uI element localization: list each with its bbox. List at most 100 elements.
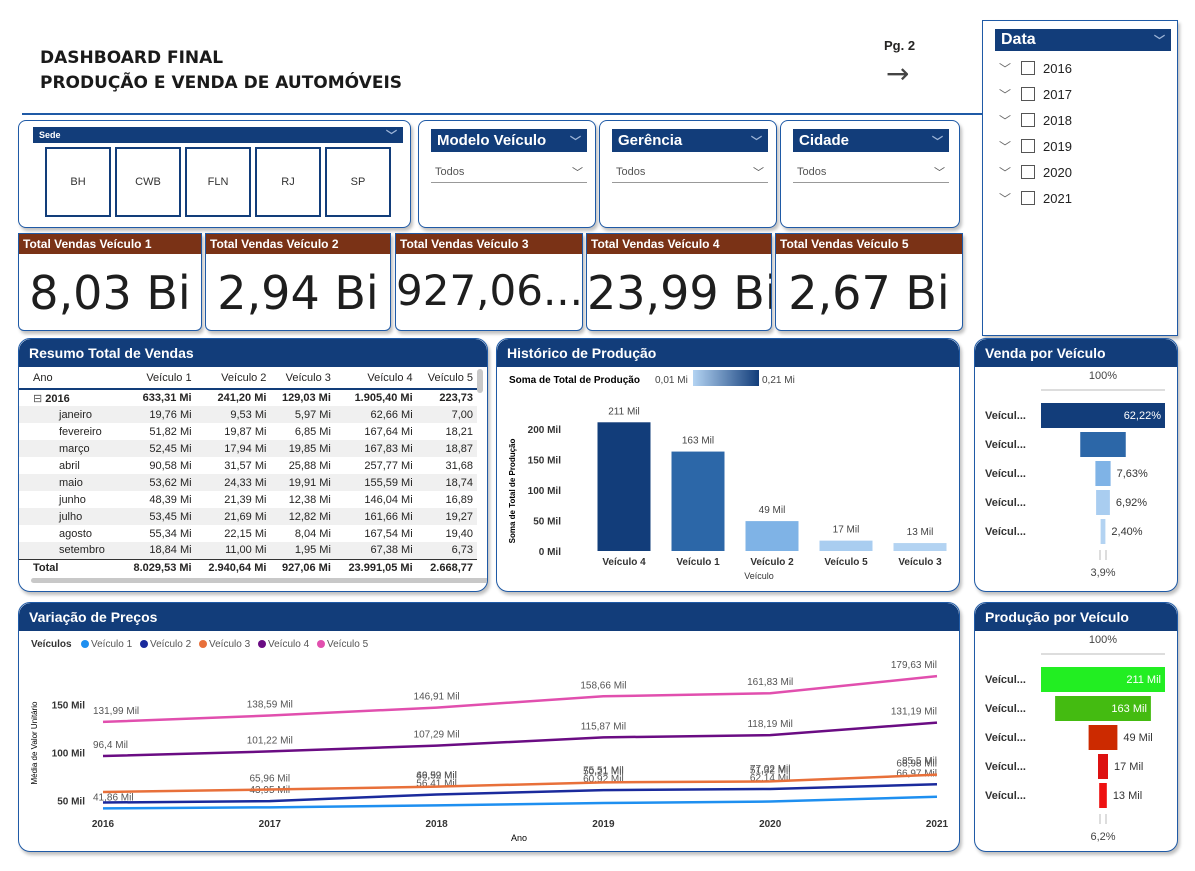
column-header[interactable]: Ano [19,367,121,390]
legend-item: Veículo 5 [327,639,369,650]
table-row[interactable]: janeiro 19,76 Mi 9,53 Mi 5,97 Mi 62,66 Mi 7,0… [19,406,477,423]
arrow-right-icon[interactable]: → [886,60,909,88]
table-row[interactable]: julho 53,45 Mi 21,69 Mi 12,82 Mi 161,66 Mi 19… [19,508,477,525]
checkbox[interactable] [1021,87,1035,101]
column-header[interactable]: Veículo 3 [270,367,335,390]
chevron-down-icon[interactable]: ﹀ [999,138,1021,155]
chevron-down-icon[interactable]: ﹀ [999,60,1021,77]
table-row[interactable]: abril 90,58 Mi 31,57 Mi 25,88 Mi 257,77 Mi 31… [19,457,477,474]
data-label: 75,51 Mil [583,766,624,777]
table-row[interactable]: setembro 18,84 Mi 11,00 Mi 1,95 Mi 67,38 Mi 6… [19,542,477,559]
column-header[interactable]: Veículo 5 [416,367,477,390]
year-item-2021[interactable]: ﹀ 2021 [999,185,1072,211]
kpi-card-veiculo-4: Total Vendas Veículo 4 23,99 Bi [586,233,772,331]
collapse-icon[interactable]: ⊟ [33,393,45,405]
table-cell: 16,89 [445,493,473,506]
table-cell: 257,77 Mi [364,459,413,472]
chevron-down-icon[interactable]: ﹀ [386,127,397,143]
table-cell: 31,57 Mi [224,459,267,472]
table-cell: 2.668,77 [416,558,477,576]
table-row[interactable]: junho 48,39 Mi 21,39 Mi 12,38 Mi 146,04 Mi 16… [19,491,477,508]
gerencia-slicer: Gerência ﹀ Todos ﹀ [599,120,777,228]
kpi-title: Total Vendas Veículo 3 [396,234,582,254]
chevron-down-icon[interactable]: ﹀ [570,133,581,149]
bar [671,451,725,551]
data-label: 17 Mil [833,525,860,536]
table-row[interactable]: maio 53,62 Mi 24,33 Mi 19,91 Mi 155,59 Mi 18,… [19,474,477,491]
chevron-down-icon[interactable]: ﹀ [999,86,1021,103]
modelo-veiculo-dropdown[interactable]: Todos ﹀ [431,161,587,183]
table-cell: 52,45 Mi [120,440,196,457]
table-row-year[interactable]: ⊟ 2016 633,31 Mi 241,20 Mi 129,03 Mi 1.905,4… [19,389,477,406]
chevron-down-icon[interactable]: ﹀ [999,112,1021,129]
checkbox[interactable] [1021,139,1035,153]
table-cell: 241,20 Mi [217,392,267,404]
x-tick-label: Veículo 3 [898,557,942,568]
horizontal-scrollbar[interactable] [31,578,487,583]
sede-button-sp[interactable]: SP [325,147,391,217]
cidade-dropdown[interactable]: Todos ﹀ [793,161,949,183]
year-label: 2018 [1043,112,1072,128]
column-header[interactable]: Veículo 2 [195,367,271,390]
year-item-2019[interactable]: ﹀ 2019 [999,133,1072,159]
column-header[interactable]: Veículo 1 [120,367,196,390]
vertical-scrollbar[interactable] [477,369,483,393]
funnel-data-label: 17 Mil [1114,761,1143,773]
bar [819,540,873,551]
page-2-link-label[interactable]: Pg. 2 [884,38,915,53]
table-cell: 167,54 Mi [364,527,413,540]
gerencia-header: Gerência ﹀ [612,129,768,152]
chevron-down-icon[interactable]: ﹀ [751,133,762,149]
table-cell: 25,88 Mi [288,459,331,472]
table-cell: 51,82 Mi [149,425,192,438]
column-header[interactable]: Veículo 4 [334,367,417,390]
table-cell: 62,66 Mi [334,406,417,423]
year-item-2017[interactable]: ﹀ 2017 [999,81,1072,107]
table-cell: 6,73 [416,542,477,559]
table-cell: 18,84 Mi [120,542,196,559]
data-label: 107,29 Mil [414,730,460,741]
checkbox[interactable] [1021,191,1035,205]
funnel-category-label: Veícul... [985,526,1026,538]
sede-button-fln[interactable]: FLN [185,147,251,217]
y-tick-label: 50 Mil [533,517,561,528]
table-cell: 23.991,05 Mi [334,558,417,576]
table-cell: agosto [59,527,93,540]
table-cell: 18,74 [416,474,477,491]
table-cell: 18,21 [445,425,473,438]
chevron-down-icon: ﹀ [572,166,583,179]
checkbox[interactable] [1021,61,1035,75]
sede-button-cwb[interactable]: CWB [115,147,181,217]
legend-min: 0,01 Mi [655,375,688,386]
kpi-card-veiculo-5: Total Vendas Veículo 5 2,67 Bi [775,233,963,331]
data-label: 211 Mil [608,406,640,417]
checkbox[interactable] [1021,165,1035,179]
table-cell: 19,76 Mi [120,406,196,423]
sede-button-bh[interactable]: BH [45,147,111,217]
modelo-veiculo-title: Modelo Veículo [437,132,547,149]
table-cell: 1,95 Mi [270,542,335,559]
data-label: 131,99 Mil [93,706,139,717]
kpi-value: 2,94 Bi [217,266,379,320]
table-row[interactable]: agosto 55,34 Mi 22,15 Mi 8,04 Mi 167,54 Mi 19… [19,525,477,542]
table-row[interactable]: fevereiro 51,82 Mi 19,87 Mi 6,85 Mi 167,64 M… [19,423,477,440]
funnel-top-label: 100% [1089,370,1117,382]
table-row[interactable]: março 52,45 Mi 17,94 Mi 19,85 Mi 167,83 Mi 18… [19,440,477,457]
chevron-down-icon[interactable]: ﹀ [932,133,943,149]
series-line [102,721,938,758]
sede-button-rj[interactable]: RJ [255,147,321,217]
funnel-bar [1096,490,1110,515]
historico-producao-title: Histórico de Produção [497,339,959,367]
sede-slicer-title: Sede [39,130,61,140]
chevron-down-icon[interactable]: ﹀ [999,164,1021,181]
funnel-data-label: 2,40% [1111,526,1142,538]
year-item-2016[interactable]: ﹀ 2016 [999,55,1072,81]
chevron-down-icon[interactable]: ﹀ [999,190,1021,207]
cidade-title: Cidade [799,132,850,149]
year-item-2018[interactable]: ﹀ 2018 [999,107,1072,133]
checkbox[interactable] [1021,113,1035,127]
chevron-down-icon[interactable]: ﹀ [1154,32,1165,48]
year-item-2020[interactable]: ﹀ 2020 [999,159,1072,185]
gerencia-dropdown[interactable]: Todos ﹀ [612,161,768,183]
funnel-category-label: Veícul... [985,761,1026,773]
